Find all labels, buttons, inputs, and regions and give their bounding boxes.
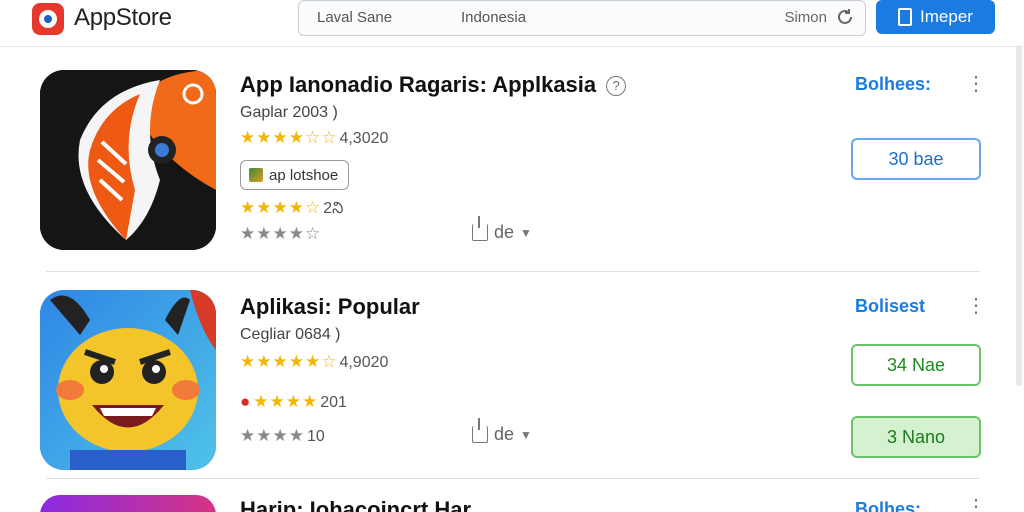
tag-image-icon bbox=[249, 168, 263, 182]
rating-row-2: ★★★★★☆ 4,9020 bbox=[240, 352, 388, 372]
share-label-1: de bbox=[494, 222, 515, 242]
share-control-1[interactable]: de ▼ bbox=[472, 216, 532, 243]
app-title-1-text: App Ianonadio Ragaris: Applkasia bbox=[240, 72, 597, 97]
app-row-3[interactable]: Harip: Iohacoincrt Har Bolhes: ⋮ bbox=[40, 479, 980, 512]
rating-stars-1c: ★★★★☆ bbox=[240, 224, 322, 243]
rating-row-1: ★★★★☆☆ 4,3020 bbox=[240, 128, 388, 148]
rating-stars-2c: ★★★★ bbox=[240, 426, 305, 445]
app-icon-3[interactable] bbox=[40, 495, 216, 512]
app-title-3[interactable]: Harip: Iohacoincrt Har bbox=[240, 497, 471, 512]
rating-stars-1: ★★★★☆☆ bbox=[240, 128, 338, 147]
share-icon bbox=[472, 216, 488, 241]
app-subtitle-2: Cegliar 0684 ) bbox=[240, 326, 341, 343]
appstore-logo-icon[interactable] bbox=[32, 3, 64, 35]
share-label-2: de bbox=[494, 424, 515, 444]
chevron-down-icon: ▼ bbox=[520, 427, 532, 442]
app-secondary-button-2[interactable]: 3 Nano bbox=[851, 416, 981, 458]
search-bar[interactable]: Laval Sane Indonesia Simon bbox=[298, 0, 866, 36]
bird-logo-icon bbox=[40, 70, 216, 250]
search-user[interactable]: Simon bbox=[784, 9, 827, 26]
app-title-1[interactable]: App Ianonadio Ragaris: Applkasia? bbox=[240, 72, 627, 98]
rating-row-2c: ★★★★ 10 bbox=[240, 426, 325, 446]
top-bar: AppStore Laval Sane Indonesia Simon Imep… bbox=[0, 0, 1024, 47]
cartoon-face-icon bbox=[40, 290, 216, 470]
rating-value-2: 4,9020 bbox=[339, 354, 389, 371]
app-action-button-2[interactable]: 34 Nae bbox=[851, 344, 981, 386]
rating-value-1b: 2ని bbox=[323, 200, 344, 217]
rating-stars-2: ★★★★★☆ bbox=[240, 352, 338, 371]
search-filter-left[interactable]: Laval Sane bbox=[317, 9, 392, 26]
rating-value-1: 4,3020 bbox=[339, 130, 389, 147]
chevron-down-icon: ▼ bbox=[520, 225, 532, 240]
app-icon-bird[interactable] bbox=[40, 70, 216, 250]
rating-stars-2b: ★★★★ bbox=[253, 392, 319, 411]
info-icon[interactable]: ? bbox=[606, 76, 627, 96]
more-icon[interactable]: ⋮ bbox=[966, 497, 980, 512]
share-icon bbox=[472, 418, 488, 443]
app-icon-cartoon[interactable] bbox=[40, 290, 216, 470]
brand-title: AppStore bbox=[74, 4, 172, 31]
share-control-2[interactable]: de ▼ bbox=[472, 418, 532, 445]
rating-row-1c: ★★★★☆ bbox=[240, 224, 321, 244]
search-region[interactable]: Indonesia bbox=[461, 9, 526, 26]
rating-stars-1b: ★★★★☆ bbox=[240, 198, 322, 217]
rating-value-2b: 201 bbox=[320, 394, 347, 411]
import-button-label: Imeper bbox=[920, 7, 973, 26]
tag-label: ap lotshoe bbox=[269, 166, 339, 184]
side-label-3[interactable]: Bolhes: bbox=[855, 499, 921, 512]
scrollbar[interactable] bbox=[1016, 46, 1022, 386]
rating-row-2b: ● ★★★★ 201 bbox=[240, 392, 347, 412]
rating-value-2c: 10 bbox=[306, 428, 325, 445]
more-icon[interactable]: ⋮ bbox=[966, 296, 986, 316]
import-button[interactable]: Imeper bbox=[876, 0, 995, 34]
app-row-2[interactable]: Aplikasi: Popular Cegliar 0684 ) ★★★★★☆ 4… bbox=[40, 272, 986, 478]
app-subtitle-1: Gaplar 2003 ) bbox=[240, 104, 338, 121]
app-action-button-1[interactable]: 30 bae bbox=[851, 138, 981, 180]
tag-chip[interactable]: ap lotshoe bbox=[240, 160, 350, 190]
side-label-1[interactable]: Bolhees: bbox=[855, 74, 931, 95]
more-icon[interactable]: ⋮ bbox=[966, 74, 986, 94]
device-icon bbox=[898, 8, 913, 26]
app-row-1[interactable]: App Ianonadio Ragaris: Applkasia? Gaplar… bbox=[40, 46, 986, 272]
app-title-2[interactable]: Aplikasi: Popular bbox=[240, 294, 420, 320]
side-label-2[interactable]: Bolisest bbox=[855, 296, 925, 317]
location-pin-icon: ● bbox=[240, 392, 252, 411]
refresh-icon[interactable] bbox=[835, 7, 855, 27]
rating-row-1b: ★★★★☆ 2ని bbox=[240, 198, 343, 221]
